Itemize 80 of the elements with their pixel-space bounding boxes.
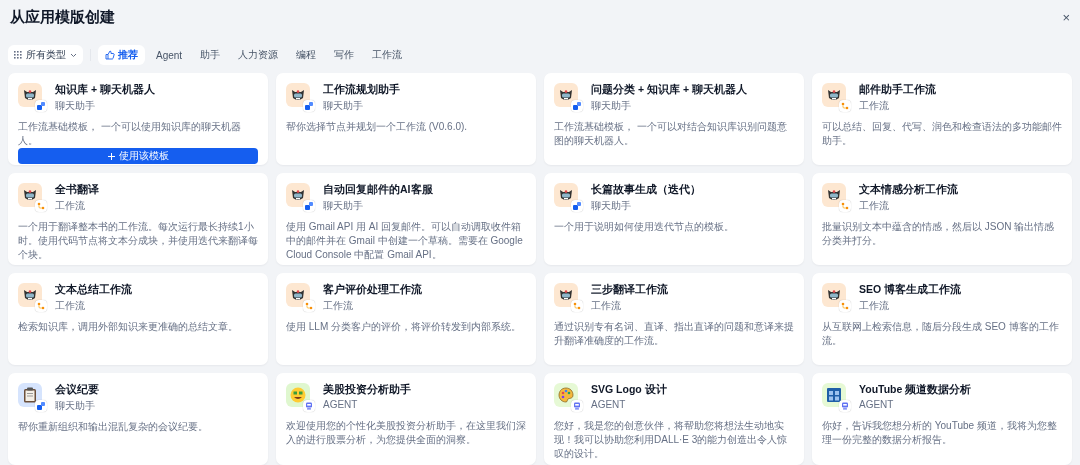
use-template-button[interactable]: 使用该模板 — [18, 148, 258, 164]
template-type: 聊天助手 — [55, 399, 96, 413]
category-tab[interactable]: 工作流 — [365, 45, 410, 66]
template-card[interactable]: 邮件助手工作流 工作流 可以总结、回复、代写、润色和检查语法的多功能邮件助手。 — [812, 73, 1072, 165]
template-description: 帮你重新组织和输出混乱复杂的会议纪要。 — [18, 420, 209, 434]
thumbs-up-icon — [105, 50, 115, 61]
template-type: AGENT — [323, 399, 359, 410]
template-description: 一个用于翻译整本书的工作流。每次运行最长持续1小时。使用代码节点将文本分成块，并使用迭代来翻译每个块。 — [18, 220, 258, 262]
template-title: 工作流规划助手 — [323, 83, 400, 97]
template-type: 工作流 — [55, 299, 86, 313]
type-filter-dropdown[interactable]: 所有类型 — [8, 45, 83, 66]
template-description: 欢迎使用您的个性化美股投资分析助手，在这里我们深入的进行股票分析，为您提供全面的洞察。 — [286, 419, 526, 447]
template-title: 问题分类 + 知识库 + 聊天机器人 — [591, 83, 747, 97]
template-type: 工作流 — [859, 199, 890, 213]
template-title: YouTube 频道数据分析 — [859, 383, 972, 397]
clipboard-icon — [23, 387, 37, 403]
template-card[interactable]: 会议纪要 聊天助手 帮你重新组织和输出混乱复杂的会议纪要。 — [8, 373, 268, 465]
template-card[interactable]: 客户评价处理工作流 工作流 使用 LLM 分类客户的评价，将评价转发到内部系统。 — [276, 273, 536, 365]
template-title: 会议纪要 — [55, 383, 99, 397]
template-title: SVG Logo 设计 — [591, 383, 667, 397]
category-tab[interactable]: 助手 — [193, 45, 228, 66]
template-description: 使用 Gmail API 用 AI 回复邮件。可以自动调取收件箱中的邮件并在 Gmail 中创建一个草稿。需要在 Google Cloud Console 中配置 Gmail API。 — [286, 220, 524, 262]
template-type: 聊天助手 — [591, 99, 632, 113]
grid-icon — [14, 51, 22, 60]
template-card[interactable]: 问题分类 + 知识库 + 聊天机器人 聊天助手 工作流基础模板， 一个可以对结合知识库识别问题意图的聊天机器人。 — [544, 73, 804, 165]
template-description: 帮你选择节点并规划一个工作流 (V0.6.0). — [286, 120, 469, 134]
template-description: 从互联网上检索信息，随后分段生成 SEO 博客的工作流。 — [822, 320, 1060, 348]
template-description: 一个用于说明如何使用迭代节点的模板。 — [554, 220, 735, 234]
template-type: 聊天助手 — [323, 199, 364, 213]
category-tab[interactable]: 人力资源 — [231, 45, 286, 66]
template-type: 聊天助手 — [591, 199, 632, 213]
template-description: 使用 LLM 分类客户的评价，将评价转发到内部系统。 — [286, 320, 522, 334]
template-type: 工作流 — [859, 299, 890, 313]
template-description: 您好，我是您的创意伙伴，将帮助您将想法生动地实现！我可以协助您利用DALL·E 3的能力创造出令人惊叹的设计。 — [554, 419, 789, 461]
template-card[interactable]: SVG Logo 设计 AGENT 您好，我是您的创意伙伴，将帮助您将想法生动地实现！我可以协助您利用DALL·E 3的能力创造出令人惊叹的设计。 — [544, 373, 804, 465]
template-type: AGENT — [859, 399, 895, 410]
template-description: 工作流基础模板， 一个可以使用知识库的聊天机器人。 — [18, 120, 242, 148]
template-description: 工作流基础模板， 一个可以对结合知识库识别问题意图的聊天机器人。 — [554, 120, 788, 148]
template-card[interactable]: 三步翻译工作流 工作流 通过识别专有名词、直译、指出直译的问题和意译来提升翻译准确度的工作流。 — [544, 273, 804, 365]
template-card[interactable]: 工作流规划助手 聊天助手 帮你选择节点并规划一个工作流 (V0.6.0). — [276, 73, 536, 165]
template-type: AGENT — [591, 399, 627, 410]
template-type: 聊天助手 — [323, 99, 364, 113]
template-type: 工作流 — [55, 199, 86, 213]
category-tab[interactable]: 写作 — [327, 45, 362, 66]
template-title: 知识库 + 聊天机器人 — [55, 83, 155, 97]
template-description: 通过识别专有名词、直译、指出直译的问题和意译来提升翻译准确度的工作流。 — [554, 320, 794, 348]
template-title: 邮件助手工作流 — [859, 83, 936, 97]
template-type: 工作流 — [591, 299, 622, 313]
template-card[interactable]: 自动回复邮件的AI客服 聊天助手 使用 Gmail API 用 AI 回复邮件。可以自动调取收件箱中的邮件并在 Gmail 中创建一个草稿。需要在 Google Cloud Console 中配置 Gmail API。 — [276, 173, 536, 265]
template-card[interactable]: 知识库 + 聊天机器人 聊天助手 工作流基础模板， 一个可以使用知识库的聊天机器人。 使用该模板 — [8, 73, 268, 165]
chevron-down-icon — [70, 52, 77, 58]
template-title: 自动回复邮件的AI客服 — [323, 183, 433, 197]
template-description: 批量识别文本中蕴含的情感，然后以 JSON 输出情感分类并打分。 — [822, 220, 1056, 248]
close-button[interactable]: × — [1062, 10, 1070, 26]
template-title: SEO 博客生成工作流 — [859, 283, 962, 297]
template-description: 检索知识库，调用外部知识来更准确的总结文章。 — [18, 320, 239, 334]
category-tab[interactable]: 推荐 — [98, 45, 145, 66]
template-title: 美股投资分析助手 — [323, 383, 411, 397]
template-title: 长篇故事生成（迭代） — [591, 183, 701, 197]
template-type: 工作流 — [859, 99, 890, 113]
template-card[interactable]: 文本情感分析工作流 工作流 批量识别文本中蕴含的情感，然后以 JSON 输出情感分类并打分。 — [812, 173, 1072, 265]
template-title: 全书翻译 — [55, 183, 99, 197]
category-tab[interactable]: Agent — [149, 45, 190, 66]
template-card[interactable]: 长篇故事生成（迭代） 聊天助手 一个用于说明如何使用迭代节点的模板。 — [544, 173, 804, 265]
template-description: 可以总结、回复、代写、润色和检查语法的多功能邮件助手。 — [822, 120, 1062, 148]
template-type: 工作流 — [323, 299, 354, 313]
category-tab[interactable]: 编程 — [289, 45, 324, 66]
template-card[interactable]: 文本总结工作流 工作流 检索知识库，调用外部知识来更准确的总结文章。 — [8, 273, 268, 365]
template-card[interactable]: YouTube 频道数据分析 AGENT 你好，告诉我您想分析的 YouTube 频道，我将为您整理一份完整的数据分析报告。 — [812, 373, 1072, 465]
template-title: 文本总结工作流 — [55, 283, 132, 297]
template-card[interactable]: 全书翻译 工作流 一个用于翻译整本书的工作流。每次运行最长持续1小时。使用代码节点将文本分成块，并使用迭代来翻译每个块。 — [8, 173, 268, 265]
template-description: 你好，告诉我您想分析的 YouTube 频道，我将为您整理一份完整的数据分析报告。 — [822, 419, 1058, 447]
template-title: 三步翻译工作流 — [591, 283, 668, 297]
template-card[interactable]: 美股投资分析助手 AGENT 欢迎使用您的个性化美股投资分析助手，在这里我们深入的进行股票分析，为您提供全面的洞察。 — [276, 373, 536, 465]
dialog-title: 从应用模版创建 — [10, 8, 115, 28]
plus-icon — [107, 152, 115, 160]
template-card[interactable]: SEO 博客生成工作流 工作流 从互联网上检索信息，随后分段生成 SEO 博客的工作流。 — [812, 273, 1072, 365]
template-title: 客户评价处理工作流 — [323, 283, 422, 297]
template-type: 聊天助手 — [55, 99, 96, 113]
template-title: 文本情感分析工作流 — [859, 183, 958, 197]
